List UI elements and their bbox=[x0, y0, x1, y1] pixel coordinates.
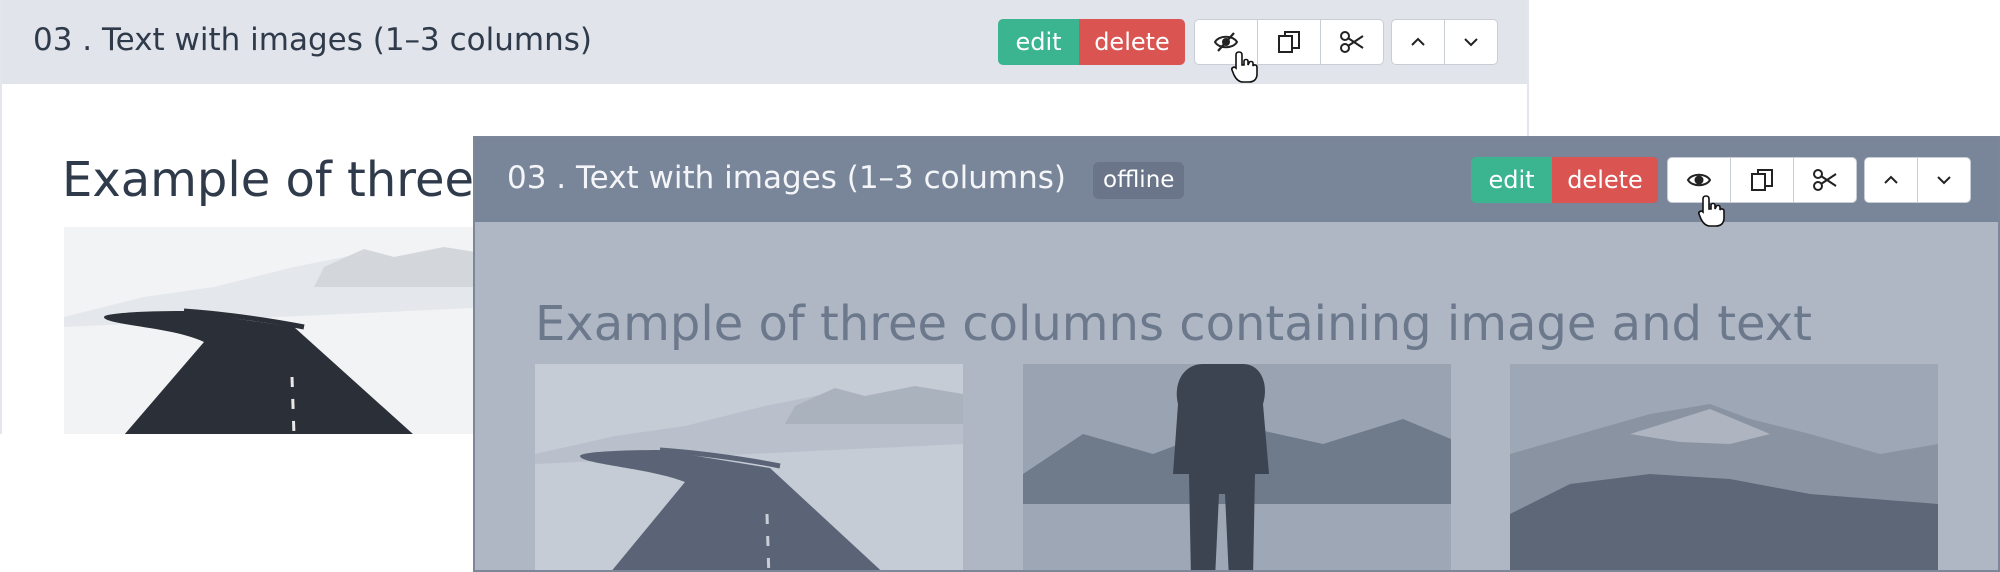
hand-pointer-icon bbox=[1698, 195, 1725, 227]
chevron-down-icon bbox=[1937, 176, 1951, 185]
chevron-up-icon bbox=[1411, 37, 1425, 46]
chevron-up-icon bbox=[1884, 175, 1898, 184]
copy-button[interactable] bbox=[1258, 20, 1321, 64]
chevron-down-icon bbox=[1464, 38, 1478, 47]
snowy-road-image bbox=[535, 364, 963, 570]
reorder-button-group bbox=[1391, 19, 1498, 65]
scissors-icon bbox=[1813, 169, 1837, 191]
delete-button[interactable]: delete bbox=[1079, 19, 1185, 65]
person-in-fog-image bbox=[1023, 364, 1451, 570]
edit-button[interactable]: edit bbox=[1471, 157, 1552, 203]
block-title: 03 . Text with images (1–3 columns) bbox=[507, 160, 1066, 196]
eye-icon bbox=[1686, 173, 1712, 187]
edit-button[interactable]: edit bbox=[998, 19, 1079, 65]
block-title: 03 . Text with images (1–3 columns) bbox=[33, 22, 592, 58]
scissors-icon bbox=[1340, 31, 1364, 53]
block-heading: Example of three columns containing imag… bbox=[535, 296, 1812, 352]
cut-button[interactable] bbox=[1321, 20, 1383, 64]
action-button-group bbox=[1194, 19, 1384, 65]
move-up-button[interactable] bbox=[1865, 158, 1918, 202]
content-block-front: 03 . Text with images (1–3 columns) offl… bbox=[473, 136, 2000, 572]
reorder-button-group bbox=[1864, 157, 1971, 203]
move-down-button[interactable] bbox=[1445, 20, 1497, 64]
hand-pointer-icon bbox=[1231, 51, 1258, 83]
copy-button[interactable] bbox=[1731, 158, 1794, 202]
move-down-button[interactable] bbox=[1918, 158, 1970, 202]
snowy-road-image bbox=[64, 227, 494, 434]
block-header: 03 . Text with images (1–3 columns) edit… bbox=[2, 0, 1527, 84]
status-badge: offline bbox=[1093, 162, 1185, 199]
copy-icon bbox=[1751, 169, 1773, 191]
cut-button[interactable] bbox=[1794, 158, 1856, 202]
forest-mountain-image bbox=[1510, 364, 1938, 570]
delete-button[interactable]: delete bbox=[1552, 157, 1658, 203]
copy-icon bbox=[1278, 31, 1300, 53]
move-up-button[interactable] bbox=[1392, 20, 1445, 64]
action-button-group bbox=[1667, 157, 1857, 203]
block-header: 03 . Text with images (1–3 columns) offl… bbox=[475, 138, 1998, 222]
